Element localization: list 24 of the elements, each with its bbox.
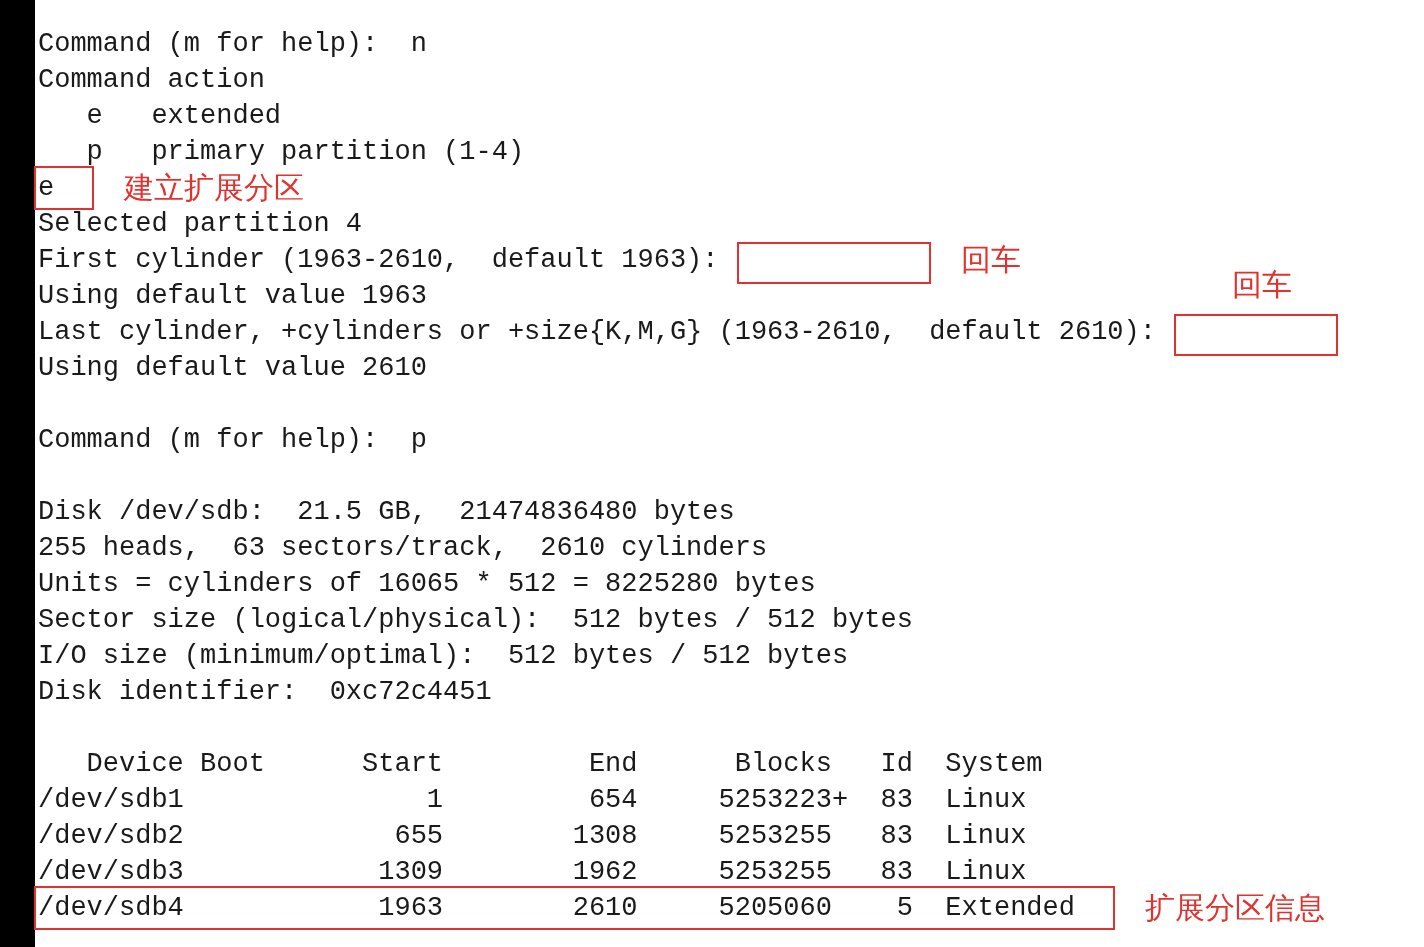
terminal-line: First cylinder (1963-2610, default 1963): — [38, 243, 719, 277]
terminal-line: 255 heads, 63 sectors/track, 2610 cylinders — [38, 531, 768, 565]
terminal-line: Disk /dev/sdb: 21.5 GB, 21474836480 bytes — [38, 495, 735, 529]
terminal-line: p primary partition (1-4) — [85, 135, 525, 169]
terminal-line: Disk identifier: 0xc72c4451 — [38, 675, 492, 709]
terminal-line: e extended — [85, 99, 282, 133]
terminal-line: /dev/sdb2 655 1308 5253255 83 Linux — [38, 819, 1027, 853]
terminal-line: Device Boot Start End Blocks Id System — [85, 747, 1043, 781]
terminal-line: /dev/sdb1 1 654 5253223+ 83 Linux — [38, 783, 1027, 817]
annotation-label: 扩展分区信息 — [1144, 893, 1325, 923]
terminal-line: Last cylinder, +cylinders or +size{K,M,G} (1963-2610, default 2610): — [38, 315, 1156, 349]
terminal-line: Command (m for help): n — [38, 27, 427, 61]
annotation-label: 回车 — [1232, 270, 1292, 300]
terminal-line: Selected partition 4 — [38, 207, 363, 241]
terminal-line: Using default value 2610 — [38, 351, 427, 385]
terminal-line: Command (m for help): p — [38, 423, 427, 457]
annotation-label: 回车 — [960, 245, 1021, 275]
terminal-line: Units = cylinders of 16065 * 512 = 8225280 bytes — [38, 567, 816, 601]
terminal-line: /dev/sdb3 1309 1962 5253255 83 Linux — [38, 855, 1027, 889]
terminal-line: Using default value 1963 — [38, 279, 427, 313]
annotation-label: 建立扩展分区 — [124, 173, 305, 203]
terminal-line: Sector size (logical/physical): 512 bytes / 512 bytes — [38, 603, 913, 637]
terminal-line: I/O size (minimum/optimal): 512 bytes / 512 bytes — [38, 639, 849, 673]
terminal-line: Command action — [38, 63, 265, 97]
